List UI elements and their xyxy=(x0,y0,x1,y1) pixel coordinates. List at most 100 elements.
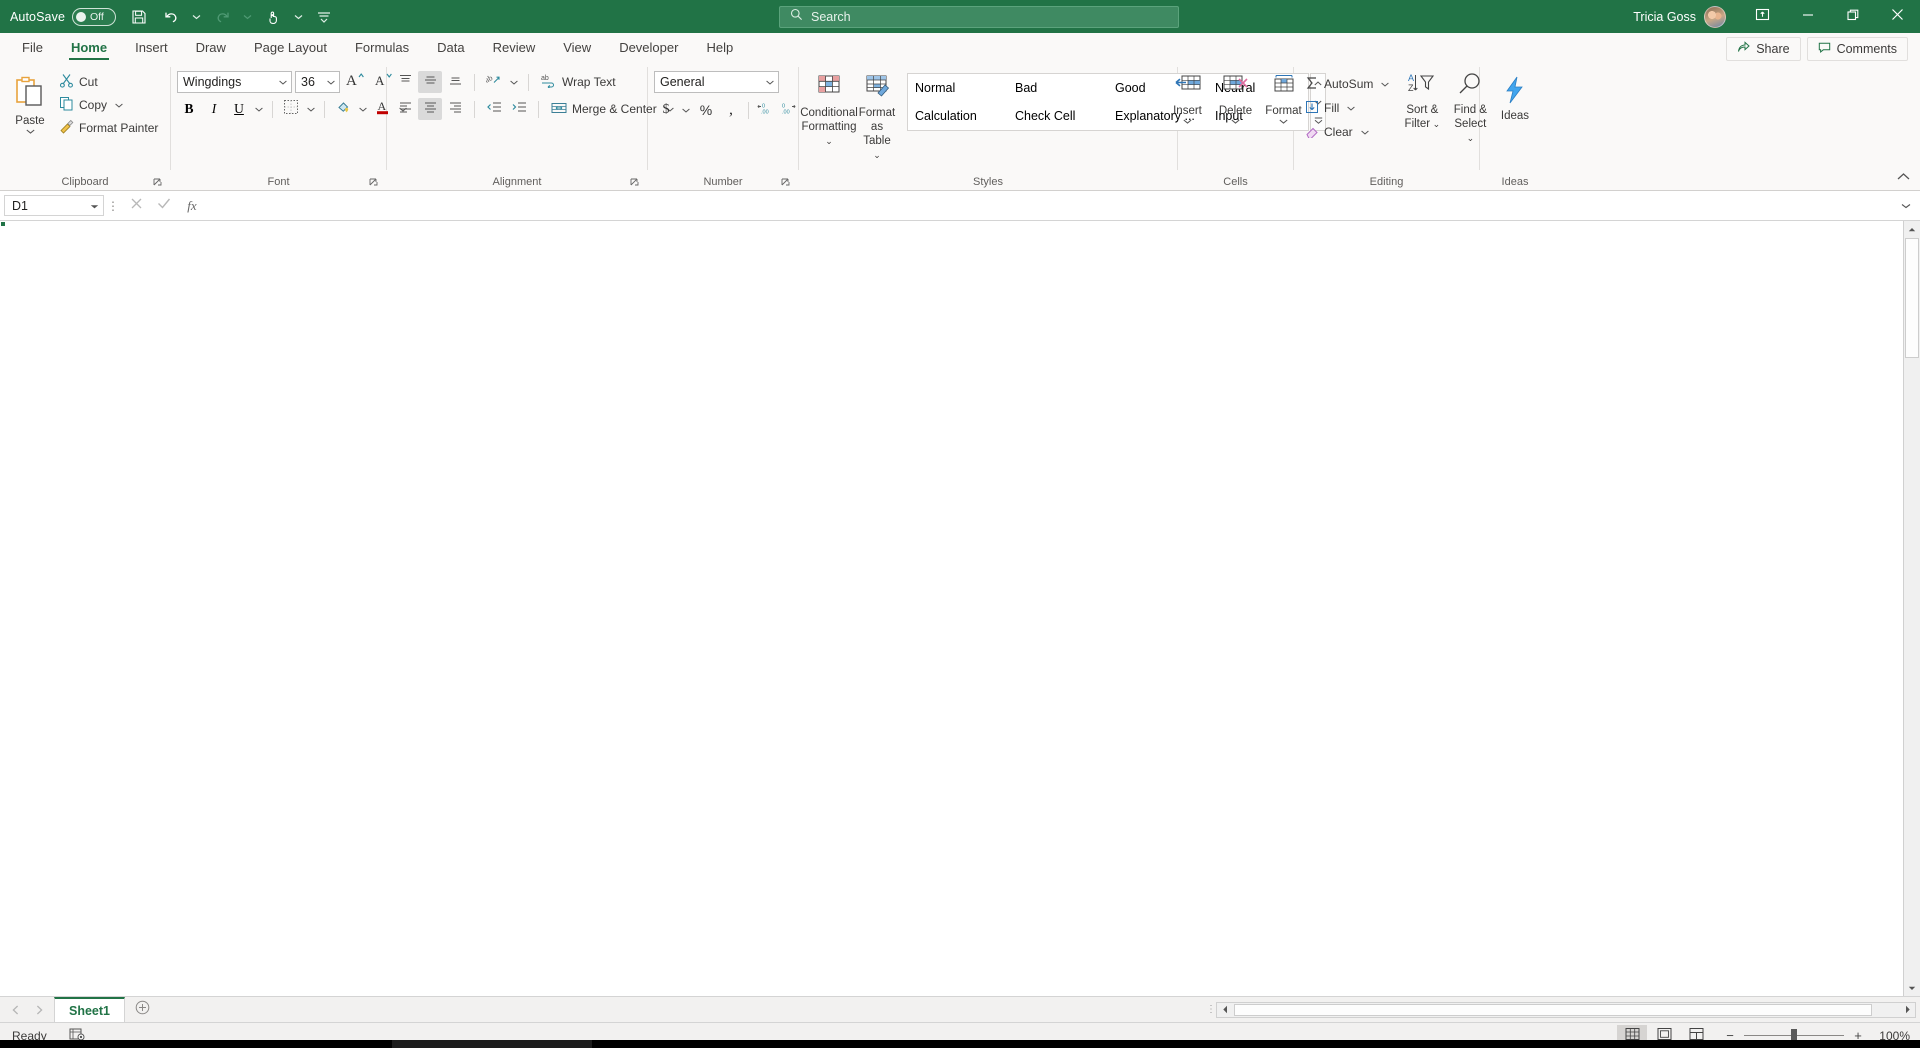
account-name[interactable]: Tricia Goss xyxy=(1633,10,1696,24)
align-right-button[interactable] xyxy=(443,98,467,120)
chevron-down-icon[interactable] xyxy=(762,80,778,85)
align-left-button[interactable] xyxy=(393,98,417,120)
ideas-button[interactable]: Ideas xyxy=(1491,73,1539,123)
horizontal-scroll-track[interactable] xyxy=(1873,1002,1899,1017)
wrap-text-button[interactable]: ab Wrap Text xyxy=(536,71,621,93)
share-button[interactable]: Share xyxy=(1726,37,1801,61)
fill-handle[interactable] xyxy=(0,221,6,227)
horizontal-scroll-thumb[interactable] xyxy=(1234,1003,1872,1016)
orientation-dropdown[interactable] xyxy=(507,71,521,93)
restore-button[interactable] xyxy=(1830,0,1875,33)
spreadsheet-grid[interactable] xyxy=(0,221,1920,996)
font-name-combo[interactable]: Wingdings xyxy=(177,71,292,93)
orientation-button[interactable]: ab xyxy=(482,71,506,93)
formula-input[interactable] xyxy=(212,195,1896,216)
undo-dropdown[interactable] xyxy=(188,4,205,30)
collapse-ribbon-button[interactable] xyxy=(1897,168,1910,186)
scroll-right-button[interactable] xyxy=(1899,1002,1915,1017)
style-bad[interactable]: Bad xyxy=(1008,74,1108,102)
conditional-formatting-button[interactable]: Conditional Formatting ⌄ xyxy=(800,70,858,149)
fill-dropdown[interactable] xyxy=(1344,97,1358,119)
borders-button[interactable] xyxy=(279,98,303,120)
accounting-format-button[interactable]: $ xyxy=(654,99,678,121)
tab-data[interactable]: Data xyxy=(423,33,478,61)
vertical-scrollbar[interactable] xyxy=(1903,221,1920,996)
align-center-button[interactable] xyxy=(418,98,442,120)
tab-help[interactable]: Help xyxy=(692,33,747,61)
font-size-combo[interactable]: 36 xyxy=(295,71,340,93)
comma-format-button[interactable]: , xyxy=(719,99,743,121)
sheet-tab-sheet1[interactable]: Sheet1 xyxy=(54,996,125,1023)
chevron-down-icon[interactable] xyxy=(90,199,99,213)
undo-button[interactable] xyxy=(156,4,186,30)
underline-button[interactable]: U xyxy=(227,98,251,120)
vertical-scroll-thumb[interactable] xyxy=(1905,238,1919,358)
bold-button[interactable]: B xyxy=(177,98,201,120)
clear-dropdown[interactable] xyxy=(1358,121,1372,143)
clear-button[interactable]: Clear xyxy=(1300,121,1358,143)
ribbon-display-options-button[interactable] xyxy=(1740,0,1785,33)
format-as-table-button[interactable]: Format as Table ⌄ xyxy=(853,70,901,162)
insert-function-button[interactable]: fx xyxy=(178,195,206,217)
minimize-button[interactable] xyxy=(1785,0,1830,33)
touch-mode-dropdown[interactable] xyxy=(290,4,307,30)
clipboard-dialog-launcher[interactable] xyxy=(153,178,164,189)
search-input[interactable]: Search xyxy=(779,5,1179,28)
fill-color-dropdown[interactable] xyxy=(356,98,370,120)
tab-view[interactable]: View xyxy=(549,33,605,61)
borders-dropdown[interactable] xyxy=(304,98,318,120)
tab-insert[interactable]: Insert xyxy=(121,33,182,61)
scroll-down-button[interactable] xyxy=(1904,980,1920,996)
merge-and-center-button[interactable]: Merge & Center xyxy=(546,98,662,120)
paste-button[interactable]: Paste xyxy=(6,72,54,135)
style-normal[interactable]: Normal xyxy=(908,74,1008,102)
save-button[interactable] xyxy=(124,4,154,30)
tab-home[interactable]: Home xyxy=(57,33,121,61)
delete-cells-button[interactable]: Delete xyxy=(1212,70,1260,125)
accounting-format-dropdown[interactable] xyxy=(679,99,693,121)
underline-dropdown[interactable] xyxy=(252,98,266,120)
tab-file[interactable]: File xyxy=(8,33,57,61)
autosave-control[interactable]: AutoSave Off xyxy=(10,7,117,26)
chevron-down-icon[interactable] xyxy=(1183,119,1192,125)
fill-button[interactable]: Fill xyxy=(1300,97,1344,119)
horizontal-scrollbar[interactable] xyxy=(1216,1001,1916,1018)
tab-developer[interactable]: Developer xyxy=(605,33,692,61)
autosum-dropdown[interactable] xyxy=(1378,73,1392,95)
redo-dropdown[interactable] xyxy=(239,4,256,30)
percent-format-button[interactable]: % xyxy=(694,99,718,121)
cut-button[interactable]: Cut xyxy=(54,71,163,93)
decrease-indent-button[interactable] xyxy=(482,98,506,120)
align-bottom-button[interactable] xyxy=(443,71,467,93)
increase-indent-button[interactable] xyxy=(507,98,531,120)
copy-dropdown[interactable] xyxy=(112,94,126,116)
cancel-entry-button[interactable] xyxy=(122,195,150,217)
font-dialog-launcher[interactable] xyxy=(369,178,380,189)
add-sheet-button[interactable] xyxy=(125,1000,159,1020)
name-box[interactable]: D1 xyxy=(4,195,104,216)
align-middle-button[interactable] xyxy=(418,71,442,93)
autosum-button[interactable]: AutoSum xyxy=(1300,73,1378,95)
chevron-down-icon[interactable] xyxy=(1279,119,1288,125)
tab-page-layout[interactable]: Page Layout xyxy=(240,33,341,61)
chevron-down-icon[interactable] xyxy=(275,80,291,85)
split-handle[interactable]: ⋮ xyxy=(1206,997,1216,1023)
number-format-combo[interactable]: General xyxy=(654,71,779,93)
number-dialog-launcher[interactable] xyxy=(781,178,792,189)
increase-decimal-button[interactable]: 0.00 xyxy=(754,99,778,121)
customize-quick-access-button[interactable] xyxy=(309,4,339,30)
enter-entry-button[interactable] xyxy=(150,195,178,217)
chevron-down-icon[interactable] xyxy=(323,80,339,85)
zoom-slider[interactable] xyxy=(1744,1029,1844,1042)
style-check-cell[interactable]: Check Cell xyxy=(1008,102,1108,130)
tab-formulas[interactable]: Formulas xyxy=(341,33,423,61)
close-button[interactable] xyxy=(1875,0,1920,33)
increase-font-size-button[interactable]: A xyxy=(343,71,369,93)
expand-formula-bar-button[interactable] xyxy=(1896,203,1916,209)
autosave-toggle[interactable]: Off xyxy=(72,7,117,26)
chevron-down-icon[interactable] xyxy=(1231,119,1240,125)
chevron-down-icon[interactable] xyxy=(25,129,35,135)
redo-button[interactable] xyxy=(207,4,237,30)
format-painter-button[interactable]: Format Painter xyxy=(54,117,163,139)
avatar[interactable] xyxy=(1704,5,1726,28)
